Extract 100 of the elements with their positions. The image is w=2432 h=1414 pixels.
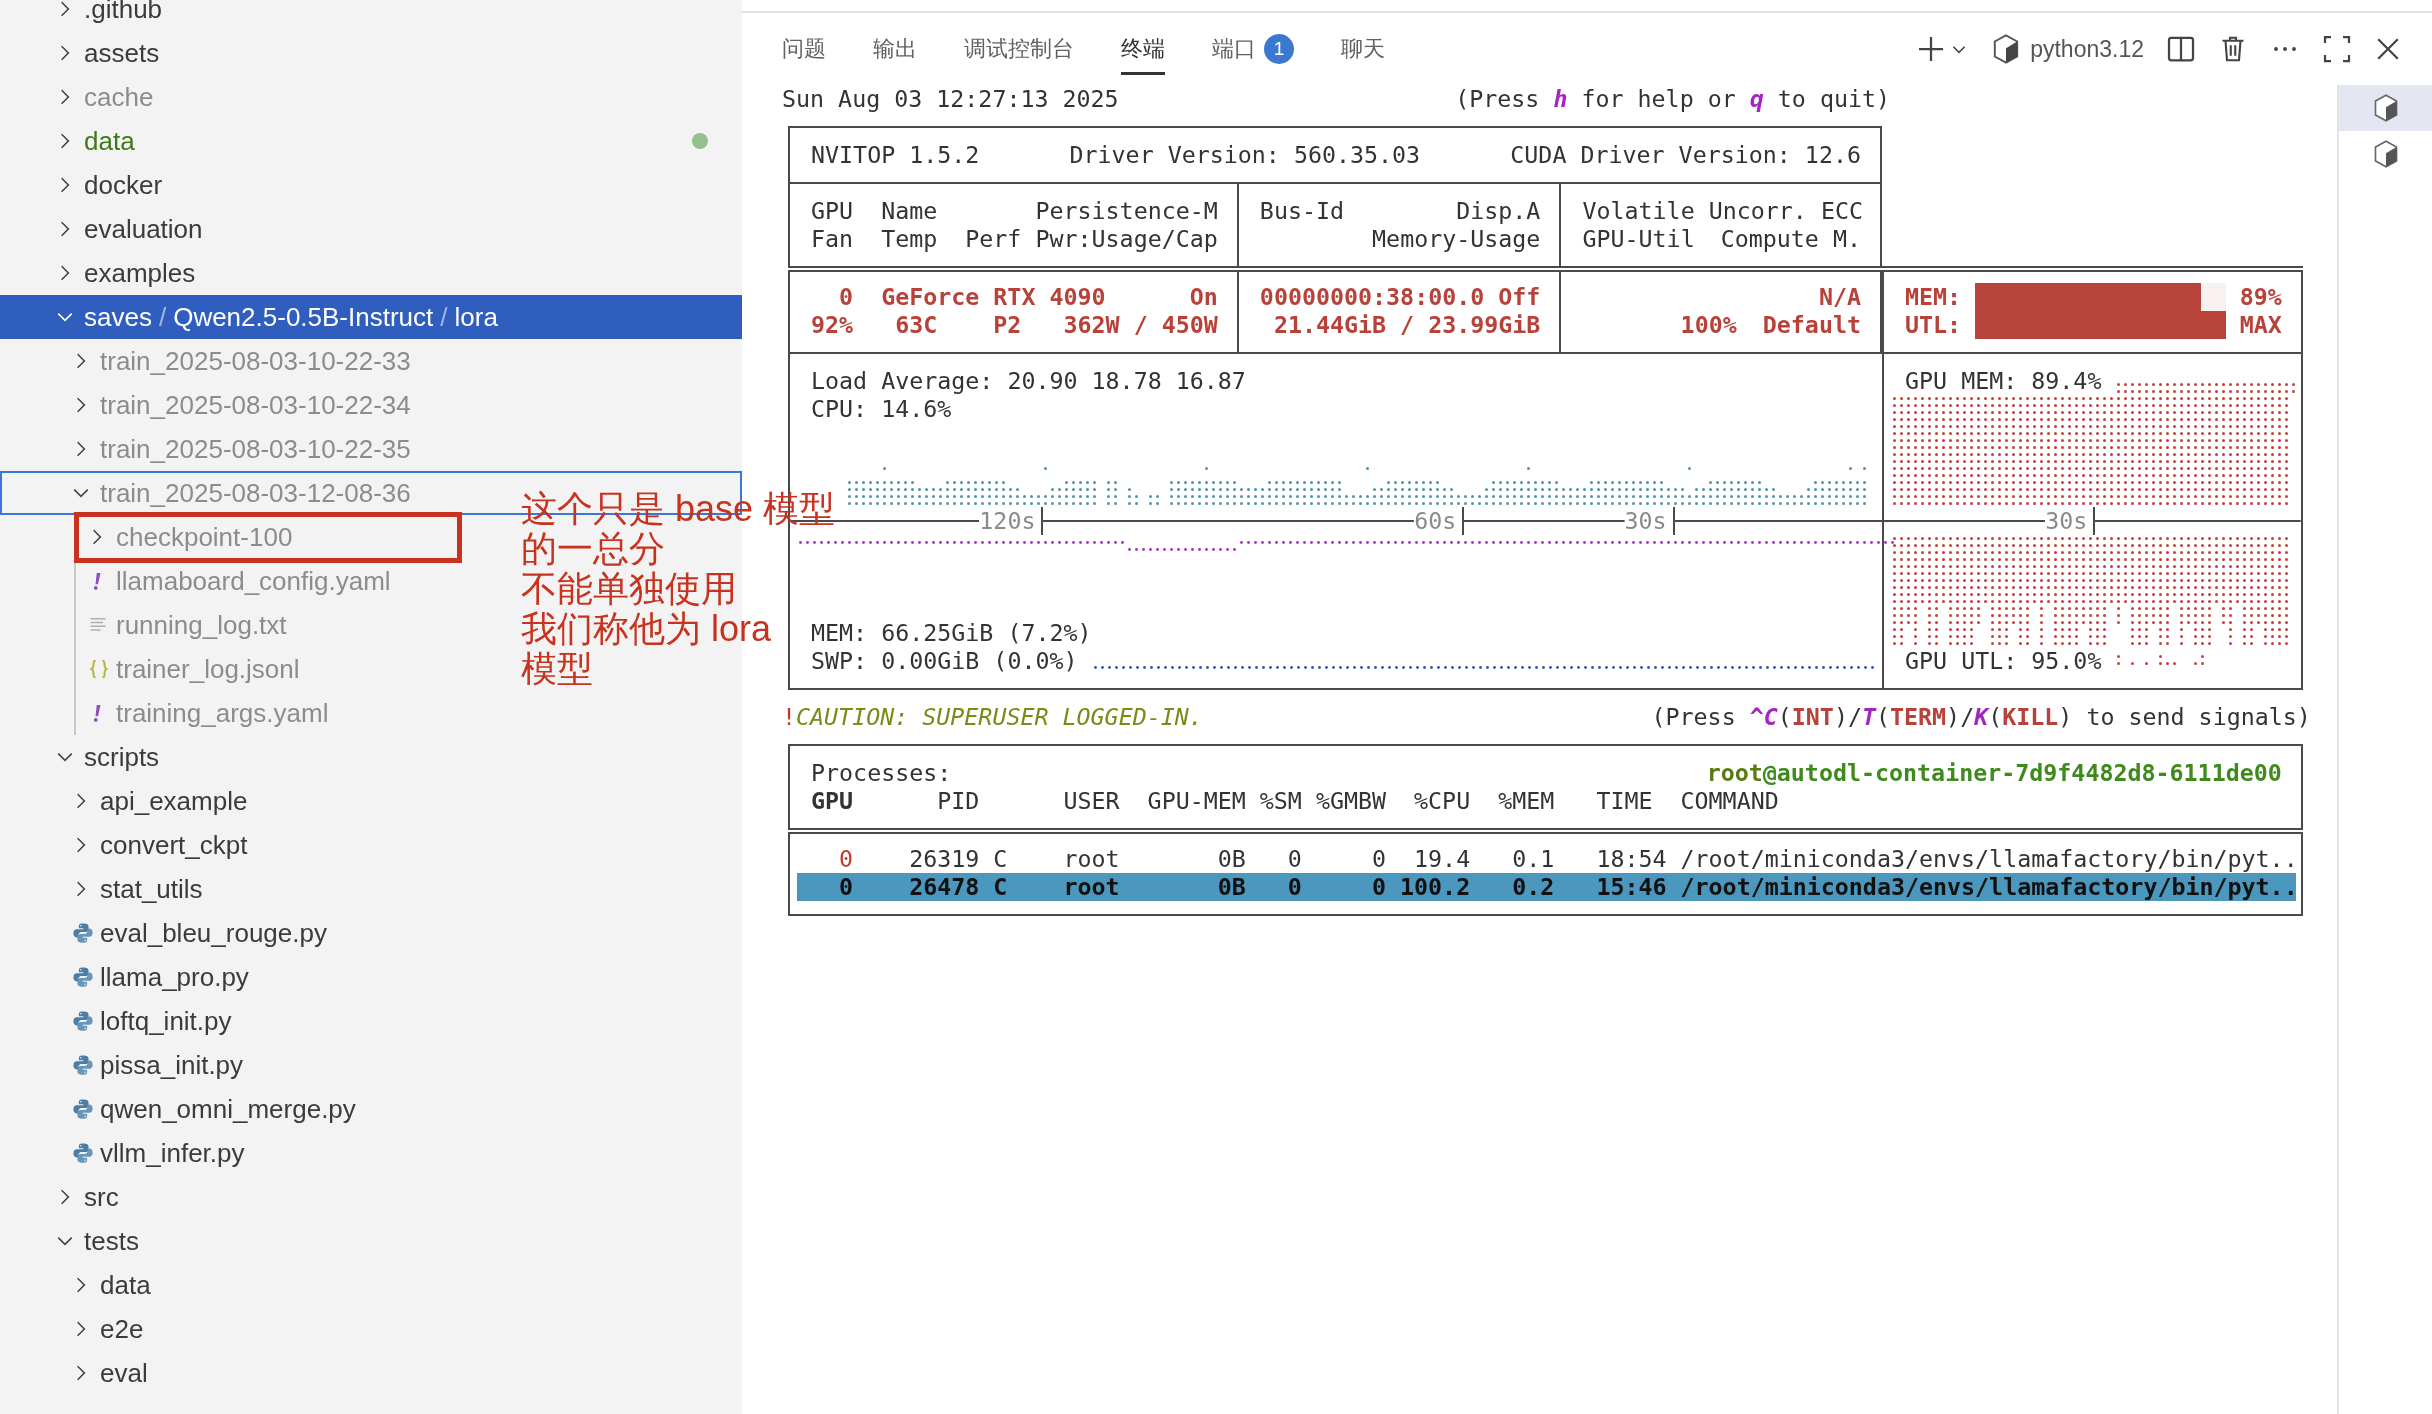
table-cell: 26478 C bbox=[909, 873, 1008, 901]
gpu-util: 100% bbox=[1679, 311, 1737, 339]
axis-label: 30s bbox=[2045, 507, 2088, 535]
column-header: %SM bbox=[1259, 787, 1302, 815]
column-header: GPU-MEM bbox=[1147, 787, 1246, 815]
version-label: NVITOP 1.5.2 bbox=[811, 141, 980, 169]
table-cell: 0 bbox=[1372, 845, 1387, 873]
column-header: PID bbox=[937, 787, 981, 815]
tree-item[interactable]: data bbox=[56, 119, 135, 163]
table-cell-text: /root/miniconda3/envs/llamafactory/bin/pyt.. bbox=[1679, 845, 2298, 873]
column-header: Disp.A bbox=[1456, 197, 1541, 225]
tree-item[interactable]: llama_pro.py bbox=[72, 955, 249, 999]
tree-item[interactable]: assets bbox=[56, 31, 160, 75]
table-cell: root bbox=[1063, 873, 1120, 901]
table-cell: 0 bbox=[1287, 873, 1302, 901]
table-cell: 0 bbox=[839, 845, 854, 873]
memory-usage: MEM: 66.25GiB (7.2%) bbox=[811, 619, 1092, 647]
table-cell: 26319 C bbox=[909, 845, 1008, 873]
tree-item[interactable]: examples bbox=[56, 251, 196, 295]
table-cell: 0B bbox=[1217, 873, 1246, 901]
column-header: TIME bbox=[1596, 787, 1654, 815]
power-usage: 362W / 450W bbox=[1063, 311, 1218, 339]
tree-item[interactable]: evaluation bbox=[56, 207, 203, 251]
signal-hint: (Press ^C(INT)/T(TERM)/K(KILL) to send signals) bbox=[1651, 703, 2311, 731]
meter-reading: MAX bbox=[2238, 311, 2282, 339]
help-hint: (Press h for help or q to quit) bbox=[1455, 85, 1891, 113]
annotation-line: 不能单独使用 bbox=[521, 569, 738, 609]
column-header: GPU-Util bbox=[1582, 225, 1695, 253]
table-cell: 0 bbox=[1372, 873, 1387, 901]
table-cell: 0.2 bbox=[1512, 873, 1555, 901]
tree-item[interactable]: tests bbox=[56, 1219, 139, 1263]
column-header: Name bbox=[881, 197, 938, 225]
column-header: %CPU bbox=[1414, 787, 1471, 815]
shell-name[interactable]: python3.12 bbox=[2030, 35, 2144, 63]
split-icon[interactable] bbox=[2166, 34, 2196, 64]
column-header: Memory-Usage bbox=[1372, 225, 1541, 253]
tree-item[interactable]: scripts bbox=[56, 735, 160, 779]
tree-item[interactable]: loftq_init.py bbox=[72, 999, 232, 1043]
meter-label: UTL: bbox=[1905, 311, 1963, 339]
axis-label: 120s bbox=[979, 507, 1036, 535]
python-icon bbox=[72, 1054, 94, 1076]
tree-item[interactable]: convert_ckpt bbox=[72, 823, 248, 867]
panel-tab[interactable]: 问题 bbox=[782, 23, 826, 75]
maximize-icon[interactable] bbox=[2322, 34, 2352, 64]
memory-usage: 21.44GiB / 23.99GiB bbox=[1273, 311, 1541, 339]
python-icon bbox=[72, 1010, 94, 1032]
column-header: Bus-Id bbox=[1259, 197, 1344, 225]
temperature: 63C bbox=[894, 311, 938, 339]
column-header: Fan bbox=[811, 225, 854, 253]
tree-item[interactable]: vllm_infer.py bbox=[72, 1131, 245, 1175]
driver-version: Driver Version: 560.35.03 bbox=[1069, 141, 1421, 169]
panel-tab[interactable]: 端口 bbox=[1212, 23, 1256, 75]
process-row[interactable]: 0 26319 C root 0B 0 0 19.4 0.1 18:54 /root/miniconda3/envs/llamafactory/bin/pyt.. bbox=[797, 845, 2296, 873]
tree-item[interactable]: e2e bbox=[72, 1307, 144, 1351]
display-state: Off bbox=[1498, 283, 1541, 311]
tree-item[interactable]: eval_bleu_rouge.py bbox=[72, 911, 327, 955]
gpu-name: GeForce RTX 4090 bbox=[881, 283, 1106, 311]
cpu-usage: CPU: 14.6% bbox=[811, 395, 952, 423]
table-cell: 0 bbox=[839, 873, 854, 901]
python-icon bbox=[72, 1098, 94, 1120]
tree-item[interactable]: data bbox=[72, 1263, 151, 1307]
table-cell: 0B bbox=[1217, 845, 1246, 873]
tree-item[interactable]: qwen_omni_merge.py bbox=[72, 1087, 356, 1131]
column-header: GPU bbox=[811, 787, 854, 815]
process-row[interactable]: 0 26478 C root 0B 0 0 100.2 0.2 15:46 /root/miniconda3/envs/llamafactory/bin/pyt.. bbox=[797, 873, 2296, 901]
table-cell: 18:54 bbox=[1596, 845, 1667, 873]
tree-item[interactable]: api_example bbox=[72, 779, 248, 823]
tree-item[interactable]: eval bbox=[72, 1351, 148, 1395]
tree-item[interactable]: pissa_init.py bbox=[72, 1043, 244, 1087]
gpu-index: 0 bbox=[838, 283, 854, 311]
column-header: %GMBW bbox=[1315, 787, 1387, 815]
column-header: Persistence-M bbox=[1035, 197, 1218, 225]
table-cell: 15:46 bbox=[1596, 873, 1667, 901]
terminal-instance[interactable] bbox=[2339, 85, 2432, 131]
panel-tab[interactable]: 调试控制台 bbox=[964, 23, 1074, 75]
fan-speed: 92% bbox=[811, 311, 854, 339]
ecc-value: N/A bbox=[1818, 283, 1861, 311]
persistence-mode: On bbox=[1189, 283, 1218, 311]
python-icon bbox=[72, 922, 94, 944]
column-header: COMMAND bbox=[1679, 787, 1779, 815]
table-cell: 100.2 bbox=[1400, 873, 1471, 901]
gpu-utilization: GPU UTL: 95.0% bbox=[1905, 647, 2102, 675]
panel-tab[interactable]: 聊天 bbox=[1341, 23, 1385, 75]
load-average: Load Average: 20.90 18.78 16.87 bbox=[811, 367, 1246, 395]
tree-item[interactable]: src bbox=[56, 1175, 119, 1219]
tree-item[interactable]: docker bbox=[56, 163, 163, 207]
panel-tab[interactable]: 终端 bbox=[1121, 23, 1165, 75]
column-header: Temp bbox=[881, 225, 938, 253]
annotation-line: 的一总分 bbox=[521, 529, 666, 569]
axis-label: 30s bbox=[1624, 507, 1667, 535]
cuda-version: CUDA Driver Version: 12.6 bbox=[1510, 141, 1861, 169]
panel-tab[interactable]: 输出 bbox=[873, 23, 917, 75]
column-header: Pwr:Usage/Cap bbox=[1035, 225, 1218, 253]
timestamp: Sun Aug 03 12:27:13 2025 bbox=[782, 85, 1119, 113]
table-cell: 19.4 bbox=[1414, 845, 1471, 873]
bus-id: 00000000:38:00.0 bbox=[1259, 283, 1485, 311]
column-header: GPU bbox=[811, 197, 854, 225]
python-icon bbox=[72, 966, 94, 988]
python-icon bbox=[72, 1142, 94, 1164]
tree-item[interactable]: stat_utils bbox=[72, 867, 203, 911]
